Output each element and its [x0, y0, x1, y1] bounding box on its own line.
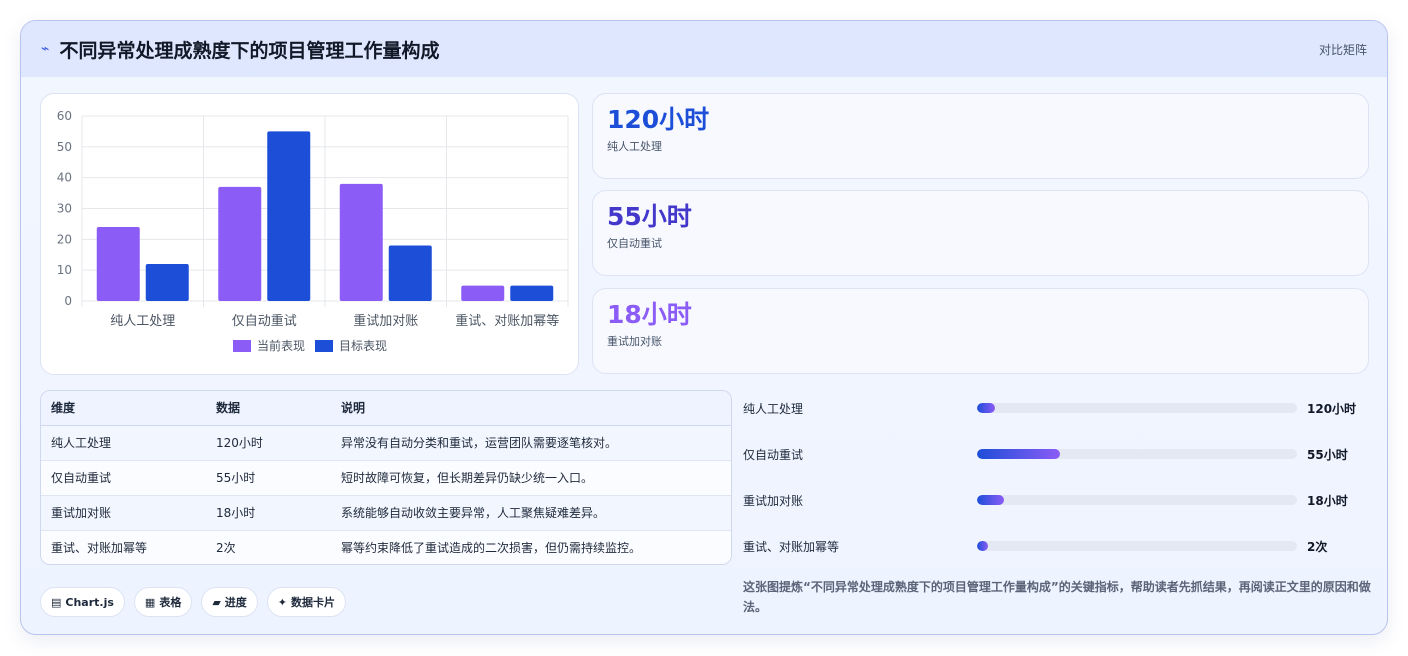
progress-fill — [977, 403, 995, 413]
y-tick-label: 40 — [57, 171, 72, 185]
progress-track — [977, 541, 1297, 551]
header-tag: 对比矩阵 — [1318, 42, 1367, 57]
table-cell: 重试加对账 — [41, 495, 206, 531]
table-cell: 短时故障可恢复，但长期差异仍缺少统一入口。 — [331, 460, 731, 496]
progress-track — [977, 495, 1297, 505]
progress-label: 重试加对账 — [743, 493, 804, 508]
table-cell: 系统能够自动收敛主要异常，人工聚焦疑难差异。 — [331, 495, 731, 531]
progress-fill — [977, 495, 1005, 505]
tech-chips: ▤ Chart.js ▦ 表格 ▰ 进度 ✦ 数据卡片 — [40, 587, 347, 617]
column-header: 数据 — [206, 391, 331, 426]
y-tick-label: 60 — [57, 109, 72, 123]
sparkle-icon: ✦ — [277, 595, 288, 609]
chip-progress[interactable]: ▰ 进度 — [201, 587, 258, 617]
column-header: 维度 — [41, 391, 206, 426]
table-icon: ▦ — [144, 595, 156, 609]
chip-label: 表格 — [159, 596, 182, 609]
stat-label: 纯人工处理 — [607, 140, 662, 153]
progress-fill — [977, 449, 1061, 459]
trend-icon: ⌁ — [41, 41, 50, 57]
table-header-row: 维度 数据 说明 — [41, 391, 731, 426]
table-cell: 18小时 — [206, 495, 331, 531]
progress-row: 纯人工处理 120小时 — [743, 398, 1363, 418]
chip-table[interactable]: ▦ 表格 — [133, 587, 193, 617]
legend-label: 目标表现 — [339, 339, 387, 353]
stat-value: 18小时 — [607, 300, 692, 329]
bar-chart-panel: 0 10 20 30 40 50 60 纯人工处理 仅自动重试 重试加对账 重试、对账加幂等当前表现… — [40, 93, 579, 375]
x-tick-label: 重试加对账 — [353, 313, 418, 329]
bar — [388, 245, 432, 301]
stat-value: 55小时 — [607, 202, 692, 231]
page-title: 不同异常处理成熟度下的项目管理工作量构成 — [59, 39, 440, 62]
progress-row: 重试、对账加幂等 2次 — [743, 536, 1363, 556]
progress-value: 2次 — [1307, 539, 1328, 554]
table-cell: 2次 — [206, 530, 331, 564]
bar — [96, 227, 140, 301]
progress-track — [977, 449, 1297, 459]
table-cell: 仅自动重试 — [41, 460, 206, 496]
bar — [339, 183, 383, 301]
table-row: 重试、对账加幂等 2次 幂等约束降低了重试造成的二次损害，但仍需持续监控。 — [41, 530, 731, 564]
bar — [461, 285, 505, 301]
table-row: 纯人工处理 120小时 异常没有自动分类和重试，运营团队需要逐笔核对。 — [41, 425, 731, 461]
progress-value: 55小时 — [1307, 447, 1348, 462]
table-cell: 纯人工处理 — [41, 425, 206, 461]
y-tick-label: 50 — [57, 140, 72, 154]
x-tick-label: 仅自动重试 — [232, 313, 297, 329]
progress-value: 18小时 — [1307, 493, 1348, 508]
bar — [510, 285, 554, 301]
bar-chart: 0 10 20 30 40 50 60 纯人工处理 仅自动重试 重试加对账 重试、对账加幂等当前表现… — [57, 109, 569, 353]
table-row: 重试加对账 18小时 系统能够自动收敛主要异常，人工聚焦疑难差异。 — [41, 495, 731, 531]
progress-label: 重试、对账加幂等 — [743, 539, 840, 554]
stat-card: 120小时 纯人工处理 — [592, 93, 1369, 179]
y-tick-label: 10 — [57, 263, 72, 277]
data-table: 维度 数据 说明 纯人工处理 120小时 异常没有自动分类和重试，运营团队需要逐… — [40, 390, 732, 565]
y-tick-label: 30 — [57, 202, 72, 216]
legend-swatch — [315, 340, 333, 352]
chip-chartjs[interactable]: ▤ Chart.js — [40, 587, 125, 617]
progress-fill — [977, 541, 989, 551]
stat-card: 18小时 重试加对账 — [592, 288, 1369, 374]
dashboard-card: ⌁ 不同异常处理成熟度下的项目管理工作量构成 对比矩阵 0 10 20 30 40 50 6… — [20, 20, 1388, 635]
progress-label: 纯人工处理 — [743, 401, 804, 416]
progress-track — [977, 403, 1297, 413]
progress-label: 仅自动重试 — [743, 447, 804, 462]
table-cell: 120小时 — [206, 425, 331, 461]
progress-icon: ▰ — [212, 595, 221, 609]
bar — [267, 131, 311, 301]
x-tick-label: 重试、对账加幂等 — [455, 313, 559, 329]
chart-icon: ▤ — [51, 595, 62, 609]
stat-card: 55小时 仅自动重试 — [592, 190, 1369, 276]
chip-data-cards[interactable]: ✦ 数据卡片 — [266, 587, 347, 617]
chip-label: 进度 — [224, 596, 247, 609]
stat-value: 120小时 — [607, 105, 710, 134]
bar — [218, 186, 262, 301]
table-row: 仅自动重试 55小时 短时故障可恢复，但长期差异仍缺少统一入口。 — [41, 460, 731, 496]
bar — [145, 264, 189, 301]
progress-row: 仅自动重试 55小时 — [743, 444, 1363, 464]
y-tick-label: 20 — [57, 232, 72, 246]
chip-label: Chart.js — [65, 595, 114, 609]
progress-row: 重试加对账 18小时 — [743, 490, 1363, 510]
progress-value: 120小时 — [1307, 401, 1357, 416]
legend-swatch — [233, 340, 251, 352]
card-header: ⌁ 不同异常处理成熟度下的项目管理工作量构成 对比矩阵 — [21, 21, 1387, 77]
legend-label: 当前表现 — [257, 338, 305, 353]
stat-label: 仅自动重试 — [607, 237, 662, 250]
column-header: 说明 — [331, 391, 731, 426]
chip-label: 数据卡片 — [291, 596, 336, 609]
table-cell: 异常没有自动分类和重试，运营团队需要逐笔核对。 — [331, 425, 731, 461]
x-tick-label: 纯人工处理 — [110, 314, 175, 329]
stat-label: 重试加对账 — [607, 335, 662, 348]
table-cell: 重试、对账加幂等 — [41, 530, 206, 564]
table-cell: 幂等约束降低了重试造成的二次损害，但仍需持续监控。 — [331, 530, 731, 564]
caption-text: 这张图提炼“不同异常处理成熟度下的项目管理工作量构成”的关键指标，帮助读者先抓结… — [743, 580, 1371, 614]
table-cell: 55小时 — [206, 460, 331, 496]
y-tick-label: 0 — [64, 294, 72, 308]
